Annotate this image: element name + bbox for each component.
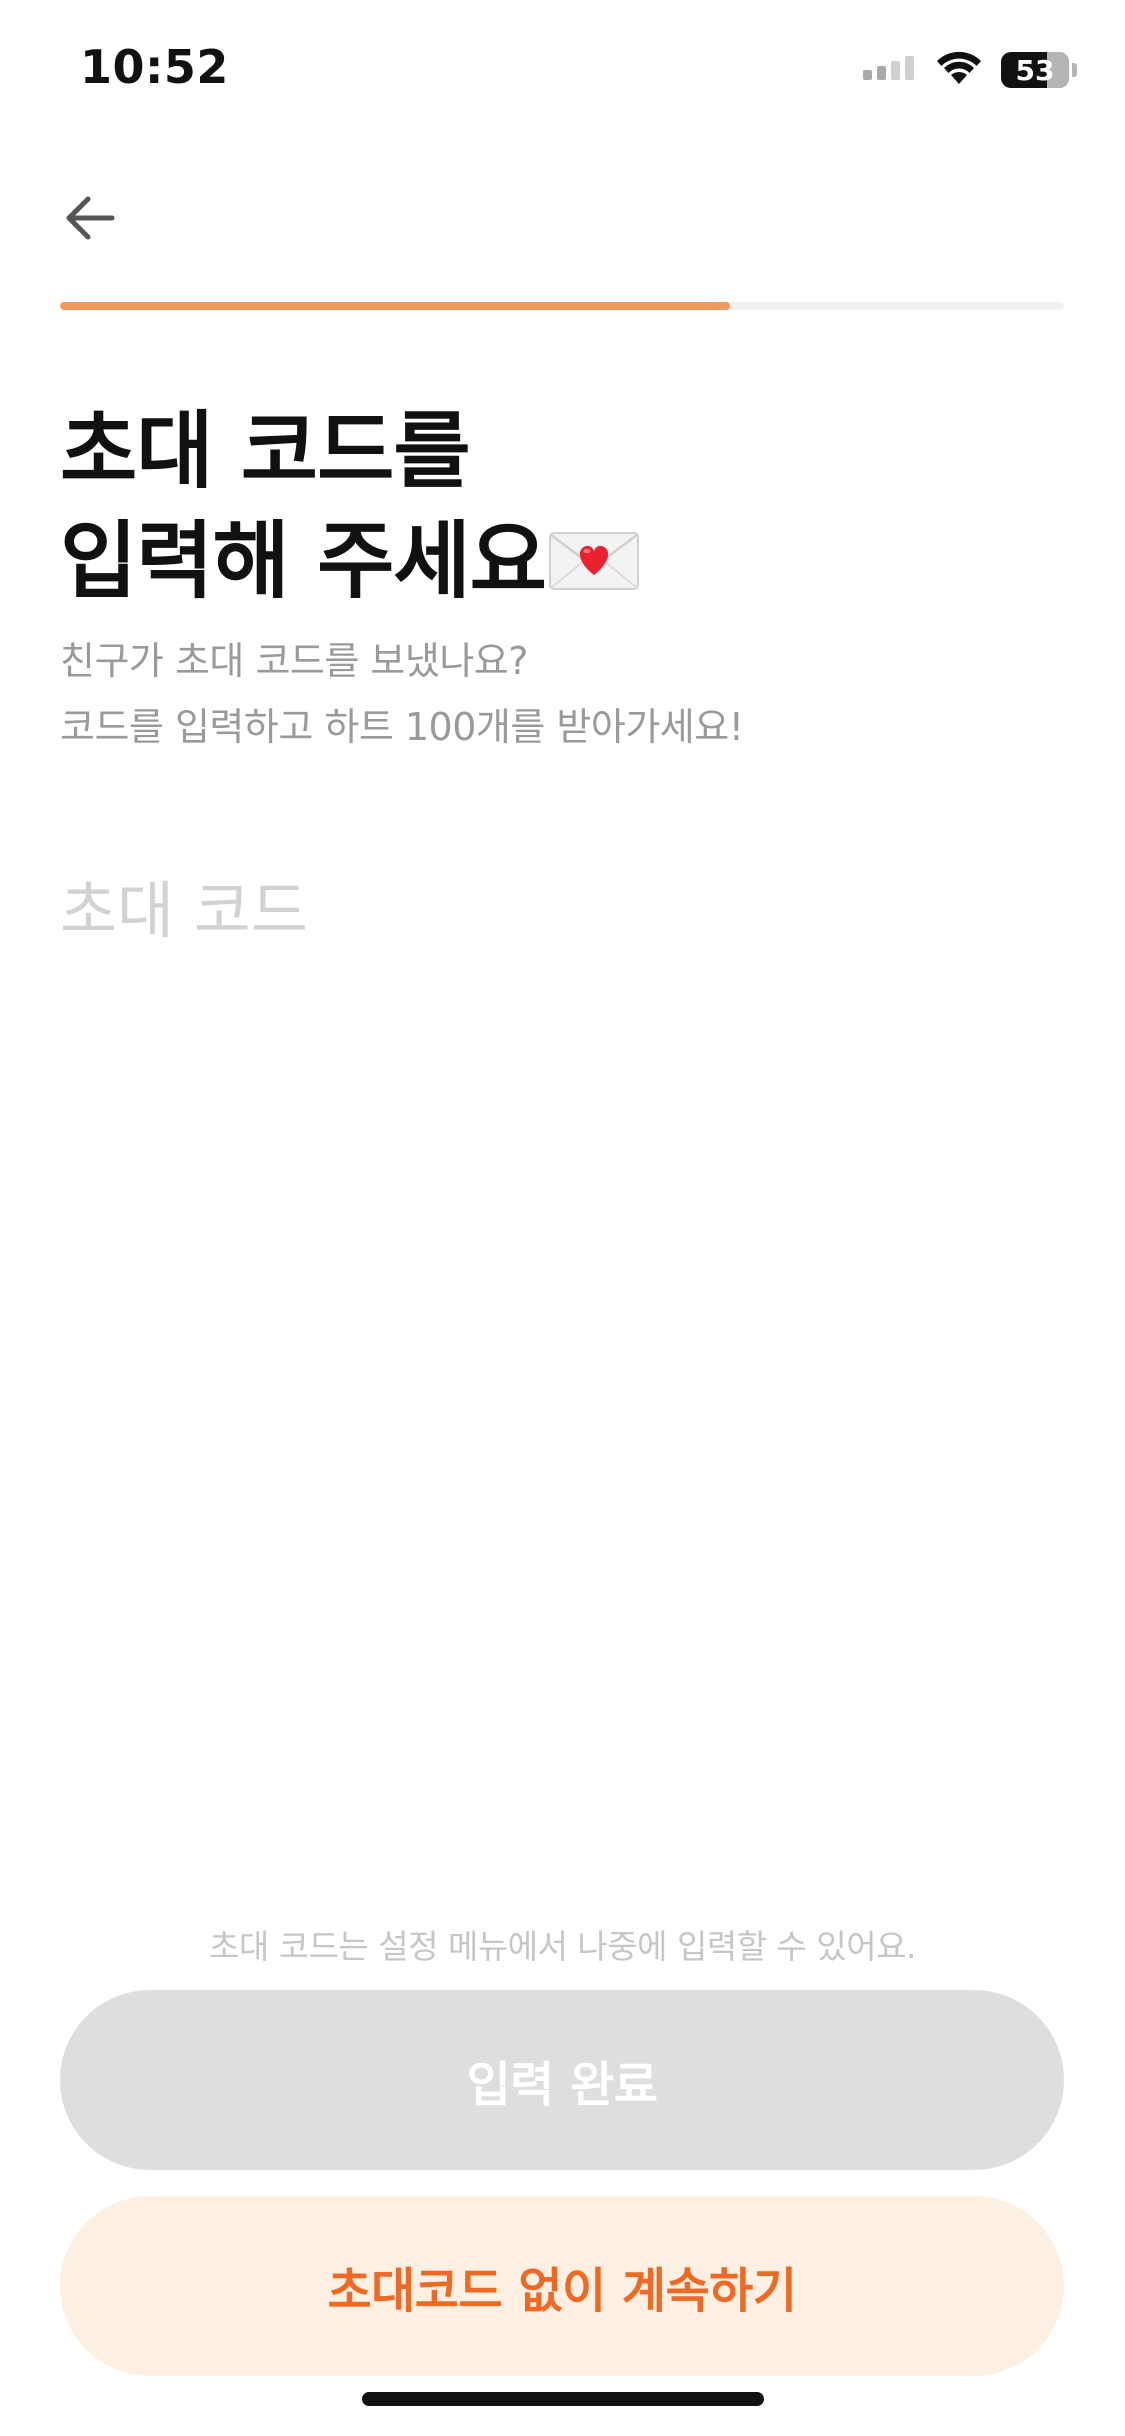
subtitle-line-1: 친구가 초대 코드를 보냈나요?	[60, 639, 528, 683]
back-button[interactable]	[52, 180, 128, 256]
later-hint: 초대 코드는 설정 메뉴에서 나중에 입력할 수 있어요.	[209, 1927, 916, 1966]
title-line-2: 입력해 주세요	[60, 512, 547, 610]
arrow-left-icon	[66, 196, 115, 240]
submit-button-label: 입력 완료	[466, 2057, 658, 2113]
battery-level: 53	[1015, 53, 1055, 87]
skip-button-label: 초대코드 없이 계속하기	[327, 2263, 797, 2319]
progress-fill	[60, 302, 730, 310]
subtitle-line-2: 코드를 입력하고 하트 100개를 받아가세요!	[60, 705, 744, 749]
submit-button[interactable]: 입력 완료	[60, 1990, 1064, 2170]
skip-without-code-button[interactable]: 초대코드 없이 계속하기	[60, 2196, 1064, 2376]
home-indicator[interactable]	[362, 2392, 764, 2406]
wifi-icon	[935, 50, 983, 90]
page-title: 초대 코드를 입력해 주세요	[60, 396, 1060, 617]
love-letter-icon	[548, 507, 640, 617]
title-line-2-wrap: 입력해 주세요	[60, 506, 1060, 617]
title-line-1: 초대 코드를	[60, 402, 471, 500]
invite-code-input[interactable]	[60, 860, 1064, 960]
subtitle: 친구가 초대 코드를 보냈나요? 코드를 입력하고 하트 100개를 받아가세요…	[60, 628, 1060, 760]
status-time: 10:52	[80, 40, 229, 94]
battery-body: 53	[1001, 52, 1069, 88]
status-icons: 53	[863, 48, 1077, 92]
battery-icon: 53	[1001, 52, 1077, 88]
cellular-signal-icon	[863, 56, 917, 84]
progress-bar	[60, 302, 1064, 310]
status-bar: 10:52 53	[0, 0, 1125, 140]
